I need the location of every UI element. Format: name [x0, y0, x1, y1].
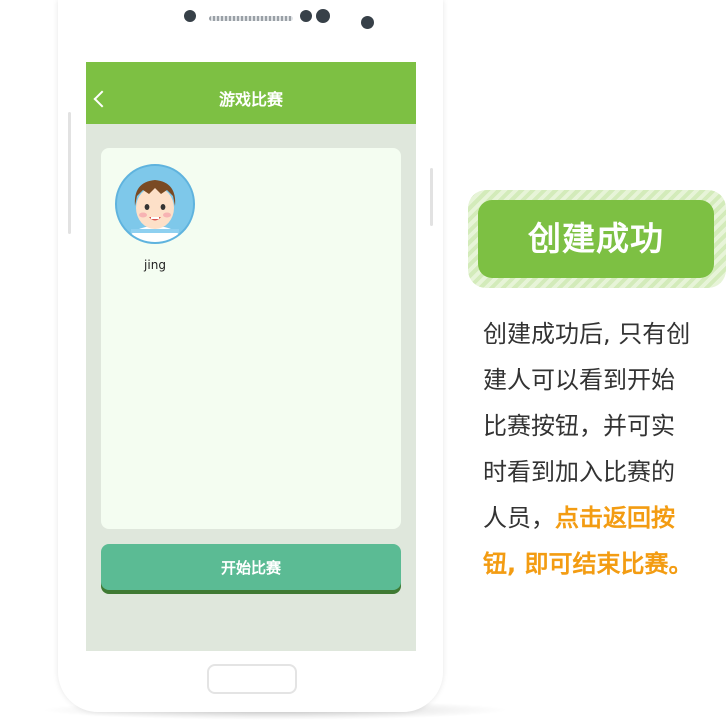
front-camera-icon	[184, 10, 196, 22]
home-button	[207, 664, 297, 694]
description-text: 创建成功后, 只有创 建人可以看到开始 比赛按钮，并可实 时看到加入比赛的 人员…	[483, 311, 727, 587]
description-line: 人员，	[483, 504, 555, 532]
speaker-grille	[209, 16, 293, 21]
sensor-icon	[300, 10, 312, 22]
start-game-button[interactable]: 开始比赛	[101, 544, 401, 590]
description-line: 建人可以看到开始	[483, 366, 675, 394]
player-item: jing	[115, 164, 195, 272]
side-key-right	[430, 168, 433, 226]
app-screen: 游戏比赛 jing 开始比赛	[86, 62, 416, 651]
avatar	[115, 164, 195, 244]
page-title: 游戏比赛	[218, 90, 283, 109]
description-line: 比赛按钮，并可实	[483, 412, 675, 440]
sensor-icon	[361, 16, 374, 29]
description-line: 时看到加入比赛的	[483, 458, 675, 486]
success-badge: 创建成功	[468, 190, 726, 288]
player-name: jing	[144, 258, 166, 272]
success-badge-label: 创建成功	[478, 200, 714, 278]
description-highlight: 钮, 即可结束比赛。	[483, 550, 693, 578]
players-panel: jing	[101, 148, 401, 529]
side-key-left	[68, 112, 71, 234]
avatar-image	[129, 180, 181, 242]
title-bar: 游戏比赛	[86, 62, 416, 124]
sensor-icon	[316, 9, 330, 23]
description-highlight: 点击返回按	[555, 504, 675, 532]
description-line: 创建成功后, 只有创	[483, 320, 691, 348]
